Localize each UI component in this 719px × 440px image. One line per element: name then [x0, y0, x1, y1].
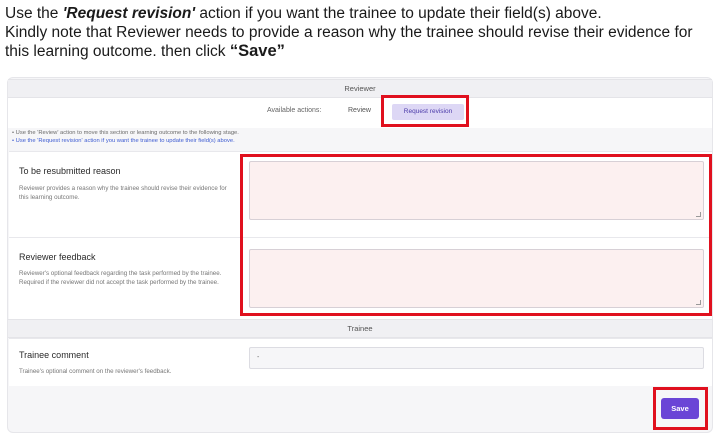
- hint-request-revision: • Use the 'Request revision' action if y…: [12, 138, 235, 144]
- available-actions-label: Available actions:: [267, 107, 322, 114]
- resubmit-reason-title: To be resubmitted reason: [19, 166, 121, 176]
- resize-grip-icon[interactable]: [696, 212, 701, 217]
- reviewer-feedback-title: Reviewer feedback: [19, 252, 96, 262]
- reviewer-feedback-textarea[interactable]: [249, 249, 704, 308]
- reviewer-section-header: Reviewer: [8, 79, 712, 98]
- save-button[interactable]: Save: [661, 398, 699, 419]
- resubmit-reason-row: To be resubmitted reason Reviewer provid…: [9, 151, 712, 237]
- resubmit-reason-description: Reviewer provides a reason why the train…: [19, 185, 227, 201]
- request-revision-button[interactable]: Request revision: [392, 104, 464, 120]
- instruction-prefix: Use the: [5, 5, 63, 22]
- reviewer-feedback-row: Reviewer feedback Reviewer's optional fe…: [9, 237, 712, 319]
- instruction-action-name: 'Request revision': [62, 5, 196, 22]
- hint-review: • Use the 'Review' action to move this s…: [12, 130, 239, 136]
- trainee-section-header: Trainee: [8, 319, 712, 338]
- review-action-button[interactable]: Review: [348, 107, 371, 114]
- trainee-comment-description: Trainee's optional comment on the review…: [19, 368, 172, 375]
- action-hints: • Use the 'Review' action to move this s…: [12, 129, 239, 145]
- resize-grip-icon[interactable]: [696, 300, 701, 305]
- trainee-comment-field[interactable]: -: [249, 347, 704, 369]
- reviewer-feedback-description: Reviewer's optional feedback regarding t…: [19, 270, 222, 286]
- instruction-text: Use the 'Request revision' action if you…: [5, 4, 710, 61]
- instruction-save-word: “Save”: [229, 42, 285, 60]
- resubmit-reason-textarea[interactable]: [249, 161, 704, 220]
- instruction-suffix: action if you want the trainee to update…: [195, 5, 602, 22]
- available-actions-row: Available actions: Review Request revisi…: [8, 98, 712, 128]
- instruction-note: Kindly note that Reviewer needs to provi…: [5, 24, 693, 60]
- trainee-comment-title: Trainee comment: [19, 350, 89, 360]
